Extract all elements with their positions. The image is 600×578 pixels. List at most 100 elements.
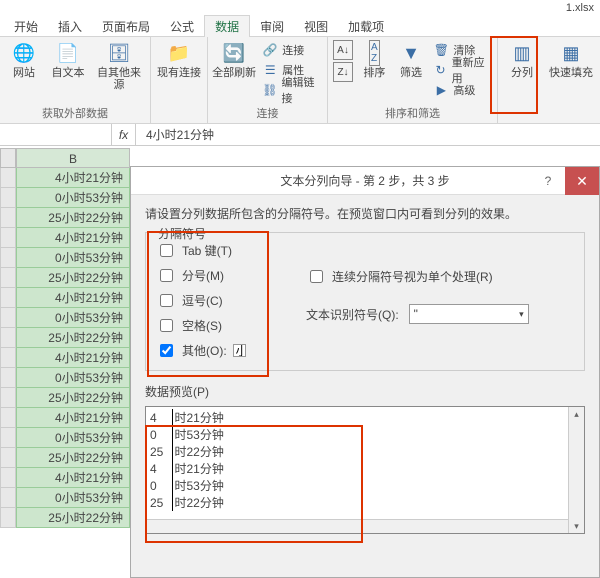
row-header[interactable] [0,308,16,328]
cell[interactable]: 0小时53分钟 [16,368,130,388]
cell[interactable]: 0小时53分钟 [16,248,130,268]
dialog-title: 文本分列向导 - 第 2 步，共 3 步 [280,172,449,189]
cell[interactable]: 4小时21分钟 [16,168,130,188]
sort-desc-icon[interactable]: Z↓ [333,62,353,82]
preview-cell: 25 [148,443,172,460]
row-header[interactable] [0,408,16,428]
advanced-icon: ▶ [433,82,449,98]
group-label-sort: 排序和筛选 [332,105,493,123]
preview-hscroll[interactable] [146,519,568,533]
delim-comma-checkbox[interactable]: 逗号(C) [156,291,286,310]
qualifier-select[interactable]: " ▾ [409,304,529,324]
row-header[interactable] [0,328,16,348]
edit-links-button[interactable]: ⛓编辑链接 [260,81,323,99]
tab-view[interactable]: 视图 [294,16,338,37]
dialog-titlebar: 文本分列向导 - 第 2 步，共 3 步 ? ✕ [131,167,599,195]
column-header-b[interactable]: B [16,148,130,168]
ribbon: 🌐网站 📄自文本 🗄自其他来源 获取外部数据 📁现有连接 🔄全部刷新 🔗连接 ☰… [0,36,600,124]
row-header[interactable] [0,288,16,308]
delim-space-checkbox[interactable]: 空格(S) [156,316,286,335]
cell[interactable]: 0小时53分钟 [16,428,130,448]
delim-semicolon-checkbox[interactable]: 分号(M) [156,266,286,285]
formula-value[interactable]: 4小时21分钟 [136,126,214,143]
cell[interactable]: 4小时21分钟 [16,468,130,488]
help-button[interactable]: ? [533,167,563,195]
cell[interactable]: 0小时53分钟 [16,188,130,208]
qualifier-label: 文本识别符号(Q): [306,306,399,323]
row-header[interactable] [0,508,16,528]
preview-cell: 时22分钟 [172,443,226,460]
preview-table: 4时21分钟0时53分钟25时22分钟4时21分钟0时53分钟25时22分钟 [148,409,226,511]
cell[interactable]: 4小时21分钟 [16,408,130,428]
row-header[interactable] [0,468,16,488]
cell[interactable]: 4小时21分钟 [16,228,130,248]
flash-fill-button[interactable]: ▦快速填充 [546,39,596,79]
cell[interactable]: 0小时53分钟 [16,488,130,508]
reapply-button[interactable]: ↻重新应用 [431,61,493,79]
refresh-icon: 🔄 [222,41,246,65]
tab-formulas[interactable]: 公式 [160,16,204,37]
row-header[interactable] [0,188,16,208]
file-name: 1.xlsx [566,2,594,14]
spreadsheet: B 4小时21分钟0小时53分钟25小时22分钟4小时21分钟0小时53分钟25… [0,148,130,528]
sort-icon: AZ [362,41,386,65]
chevron-down-icon: ▾ [519,309,524,320]
cell[interactable]: 4小时21分钟 [16,288,130,308]
cell[interactable]: 0小时53分钟 [16,308,130,328]
connections-button[interactable]: 🔗连接 [260,41,323,59]
delim-tab-checkbox[interactable]: Tab 键(T) [156,241,286,260]
filter-button[interactable]: ▼筛选 [395,39,428,79]
text-to-columns-button[interactable]: ▥分列 [502,39,542,79]
name-box[interactable] [0,124,112,145]
cell[interactable]: 25小时22分钟 [16,448,130,468]
row-header[interactable] [0,448,16,468]
group-label-external: 获取外部数据 [4,105,146,123]
tab-insert[interactable]: 插入 [48,16,92,37]
cell[interactable]: 25小时22分钟 [16,328,130,348]
text-file-icon: 📄 [56,41,80,65]
preview-cell: 0 [148,477,172,494]
row-header[interactable] [0,208,16,228]
cell[interactable]: 4小时21分钟 [16,348,130,368]
group-sort-filter: A↓ Z↓ AZ排序 ▼筛选 🗑清除 ↻重新应用 ▶高级 排序和筛选 [328,37,498,123]
tab-addins[interactable]: 加载项 [338,16,394,37]
preview-vscroll[interactable]: ▴▾ [568,407,584,533]
row-header[interactable] [0,428,16,448]
filter-stack: 🗑清除 ↻重新应用 ▶高级 [431,39,493,99]
row-header[interactable] [0,248,16,268]
cell[interactable]: 25小时22分钟 [16,508,130,528]
cell[interactable]: 25小时22分钟 [16,388,130,408]
row-header[interactable] [0,168,16,188]
advanced-filter-button[interactable]: ▶高级 [431,81,493,99]
refresh-all-button[interactable]: 🔄全部刷新 [212,39,256,79]
cell[interactable]: 25小时22分钟 [16,208,130,228]
consecutive-checkbox[interactable]: 连续分隔符号视为单个处理(R) [306,267,574,286]
tab-data[interactable]: 数据 [204,15,250,37]
sort-button[interactable]: AZ排序 [358,39,391,79]
from-web-button[interactable]: 🌐网站 [4,39,44,79]
row-header[interactable] [0,268,16,288]
from-text-button[interactable]: 📄自文本 [48,39,88,79]
existing-connections-button[interactable]: 📁现有连接 [155,39,203,79]
row-header[interactable] [0,488,16,508]
delim-other-input[interactable] [233,344,246,357]
tab-pagelayout[interactable]: 页面布局 [92,16,160,37]
sort-asc-icon[interactable]: A↓ [333,40,353,60]
preview-cell: 时21分钟 [172,409,226,426]
delim-other-checkbox[interactable]: 其他(O): [156,341,286,360]
delimiter-fieldset: 分隔符号 Tab 键(T) 分号(M) 逗号(C) 空格(S) 其他(O): 连… [145,232,585,371]
from-other-button[interactable]: 🗄自其他来源 [92,39,146,91]
cell[interactable]: 25小时22分钟 [16,268,130,288]
row-header[interactable] [0,348,16,368]
close-button[interactable]: ✕ [565,167,599,195]
sort-az-buttons[interactable]: A↓ Z↓ [332,39,354,83]
corner-cell[interactable] [0,148,16,168]
tab-home[interactable]: 开始 [4,16,48,37]
row-header[interactable] [0,228,16,248]
reapply-icon: ↻ [433,62,447,78]
row-header[interactable] [0,388,16,408]
preview-cell: 时21分钟 [172,460,226,477]
fx-icon[interactable]: fx [112,124,136,145]
row-header[interactable] [0,368,16,388]
tab-review[interactable]: 审阅 [250,16,294,37]
